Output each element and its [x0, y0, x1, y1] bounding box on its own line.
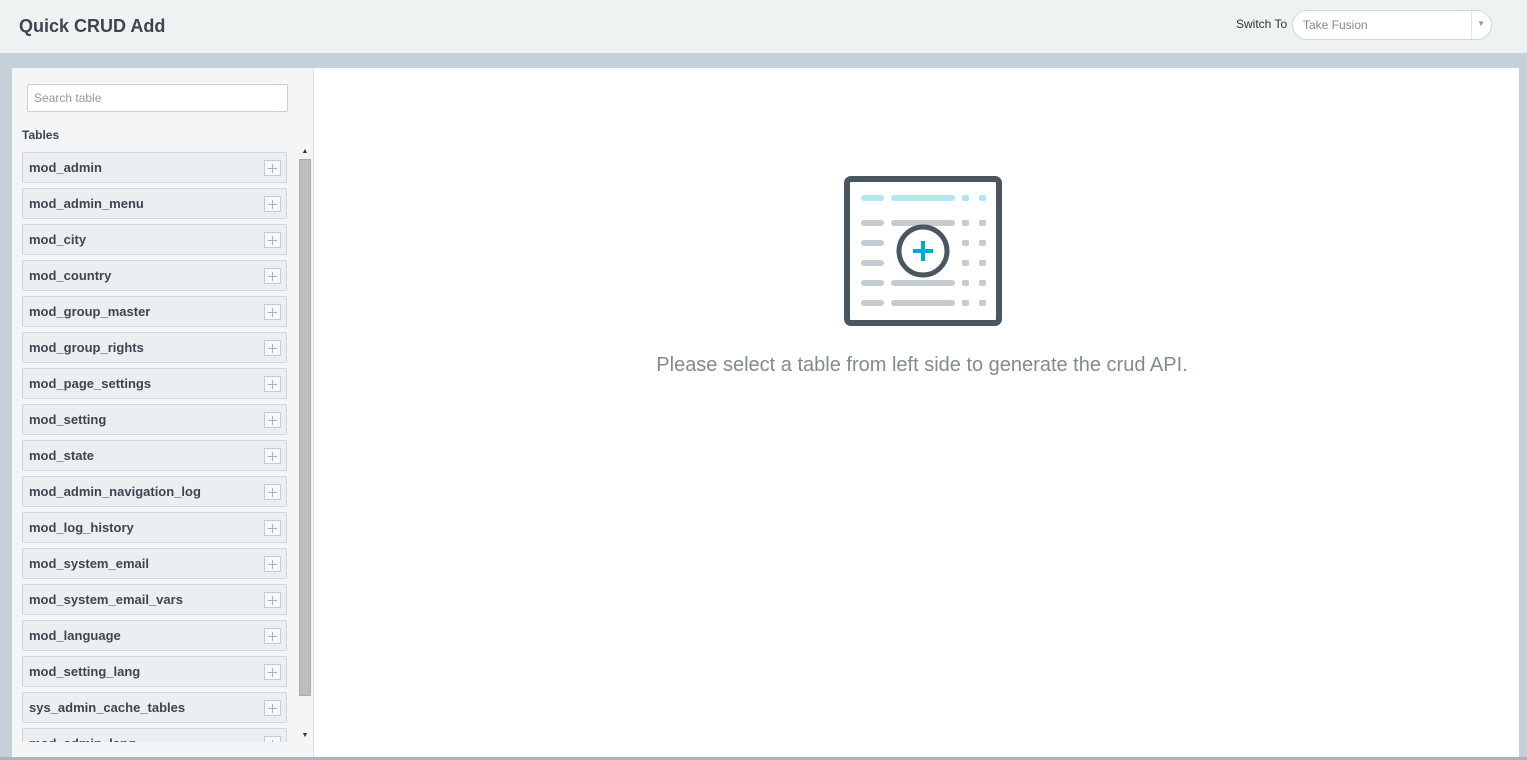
table-name-label: mod_city [29, 232, 87, 247]
table-name-label: mod_admin_menu [29, 196, 144, 211]
table-list-item[interactable]: mod_group_master [22, 296, 287, 327]
plus-icon[interactable] [264, 412, 281, 428]
add-table-illustration-icon [844, 176, 1002, 331]
table-list-scrollbar[interactable]: ▲ ▼ [299, 146, 311, 742]
select-divider [1471, 11, 1472, 39]
plus-icon[interactable] [264, 340, 281, 356]
table-name-label: mod_system_email [29, 556, 149, 571]
plus-icon[interactable] [264, 556, 281, 572]
plus-icon[interactable] [264, 664, 281, 680]
table-list-item[interactable]: mod_setting [22, 404, 287, 435]
table-name-label: mod_admin [29, 160, 102, 175]
table-list-item[interactable]: mod_state [22, 440, 287, 471]
scrollbar-thumb[interactable] [299, 159, 311, 696]
empty-state-message: Please select a table from left side to … [656, 354, 1188, 376]
table-list-item[interactable]: mod_system_email_vars [22, 584, 287, 615]
table-name-label: mod_admin_lang [29, 736, 136, 742]
table-name-label: mod_log_history [29, 520, 134, 535]
table-list-item[interactable]: mod_language [22, 620, 287, 651]
table-list-item[interactable]: mod_log_history [22, 512, 287, 543]
table-list-item[interactable]: mod_system_email [22, 548, 287, 579]
page-title: Quick CRUD Add [19, 16, 166, 36]
plus-icon[interactable] [264, 304, 281, 320]
table-sidebar: Tables mod_adminmod_admin_menumod_citymo… [12, 68, 314, 758]
table-name-label: mod_admin_navigation_log [29, 484, 201, 499]
plus-icon[interactable] [264, 484, 281, 500]
plus-icon[interactable] [264, 376, 281, 392]
table-list-item[interactable]: mod_group_rights [22, 332, 287, 363]
plus-icon[interactable] [264, 628, 281, 644]
table-list-item[interactable]: mod_setting_lang [22, 656, 287, 687]
switch-to-selected-value: Take Fusion [1303, 18, 1368, 32]
plus-icon[interactable] [264, 232, 281, 248]
table-name-label: mod_language [29, 628, 121, 643]
table-list-item[interactable]: mod_page_settings [22, 368, 287, 399]
plus-icon[interactable] [264, 196, 281, 212]
table-list-item[interactable]: mod_country [22, 260, 287, 291]
table-name-label: mod_group_rights [29, 340, 144, 355]
table-name-label: mod_group_master [29, 304, 151, 319]
table-list-viewport: mod_admin mod_admin_menu mod_city mod_count… [22, 152, 288, 742]
table-name-label: sys_admin_cache_tables [29, 700, 186, 715]
plus-icon[interactable] [264, 268, 281, 284]
scroll-down-arrow-icon[interactable]: ▼ [299, 730, 311, 742]
table-list-item[interactable]: mod_admin [22, 152, 287, 183]
switch-to-select[interactable]: Take Fusion ▼ [1292, 10, 1492, 40]
plus-icon[interactable] [264, 700, 281, 716]
search-table-input[interactable] [27, 84, 288, 112]
table-list-item[interactable]: mod_admin_lang [22, 728, 287, 742]
table-list-item[interactable]: mod_admin_menu [22, 188, 287, 219]
plus-icon[interactable] [264, 736, 281, 742]
plus-icon[interactable] [264, 448, 281, 464]
table-list-item[interactable]: mod_admin_navigation_log [22, 476, 287, 507]
table-list-item[interactable]: sys_admin_cache_tables [22, 692, 287, 723]
table-list: mod_admin mod_admin_menu mod_city mod_count… [22, 152, 288, 742]
table-name-label: mod_country [29, 268, 112, 283]
table-list-item[interactable]: mod_city [22, 224, 287, 255]
chevron-down-icon[interactable]: ▼ [1477, 19, 1485, 28]
switch-to-label: Switch To [1236, 17, 1288, 31]
table-name-label: mod_page_settings [29, 376, 152, 391]
table-name-label: mod_setting [29, 412, 107, 427]
table-name-label: mod_state [29, 448, 95, 463]
plus-icon[interactable] [264, 160, 281, 176]
tables-heading: Tables [22, 128, 60, 142]
plus-icon[interactable] [264, 592, 281, 608]
table-name-label: mod_system_email_vars [29, 592, 183, 607]
scroll-up-arrow-icon[interactable]: ▲ [299, 146, 311, 158]
content-panel: Tables mod_adminmod_admin_menumod_citymo… [12, 68, 1519, 758]
table-name-label: mod_setting_lang [29, 664, 141, 679]
plus-icon[interactable] [264, 520, 281, 536]
main-area: Please select a table from left side to … [315, 68, 1519, 758]
top-header: Quick CRUD Add Switch To Take Fusion ▼ [0, 0, 1527, 54]
